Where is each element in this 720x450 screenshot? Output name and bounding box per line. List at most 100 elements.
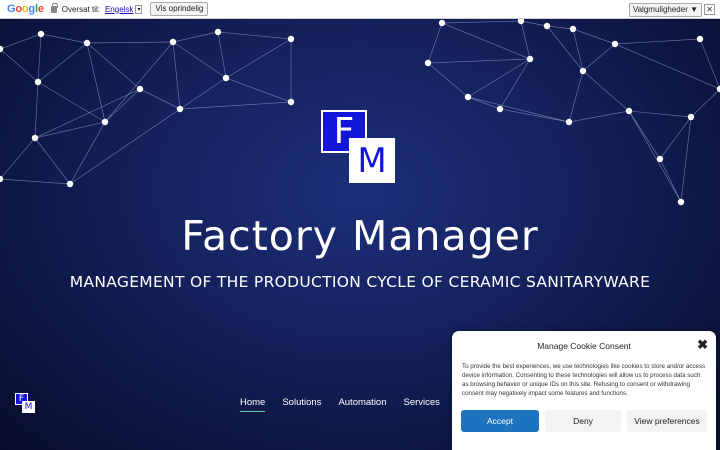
network-node bbox=[569, 25, 577, 33]
accept-button[interactable]: Accept bbox=[461, 410, 539, 432]
network-line bbox=[69, 121, 106, 185]
network-line bbox=[659, 116, 692, 160]
network-node bbox=[101, 118, 109, 126]
cookie-title: Manage Cookie Consent bbox=[537, 341, 631, 351]
network-node bbox=[496, 105, 504, 113]
network-node bbox=[31, 134, 39, 142]
network-line bbox=[86, 41, 174, 44]
network-line bbox=[172, 31, 219, 43]
network-node bbox=[526, 55, 534, 63]
language-link[interactable]: Engelsk bbox=[105, 5, 133, 14]
network-node bbox=[438, 19, 446, 27]
network-line bbox=[499, 58, 531, 110]
network-line bbox=[104, 41, 174, 123]
fm-logo[interactable]: F M bbox=[321, 110, 396, 184]
network-node bbox=[611, 40, 619, 48]
network-line bbox=[520, 20, 548, 27]
network-line bbox=[34, 88, 141, 139]
network-line bbox=[427, 22, 443, 64]
network-node bbox=[34, 78, 42, 86]
network-node bbox=[565, 118, 573, 126]
network-node bbox=[83, 39, 91, 47]
network-line bbox=[441, 22, 531, 60]
translate-bar: Google Oversat til: Engelsk ▾ Vis oprind… bbox=[0, 0, 720, 19]
nav-item-home[interactable]: Home bbox=[240, 397, 266, 412]
network-line bbox=[441, 20, 522, 24]
network-line bbox=[427, 62, 469, 98]
show-original-button[interactable]: Vis oprindelig bbox=[150, 2, 209, 16]
network-line bbox=[628, 110, 661, 160]
network-line bbox=[499, 108, 570, 123]
cookie-text: To provide the best experiences, we use … bbox=[462, 363, 706, 397]
network-line bbox=[467, 58, 531, 98]
network-line bbox=[34, 81, 39, 139]
network-line bbox=[659, 158, 682, 203]
view-preferences-button[interactable]: View preferences bbox=[627, 410, 707, 432]
nav-logo[interactable]: F M bbox=[15, 393, 36, 414]
network-node bbox=[424, 59, 432, 67]
close-icon[interactable]: ✖ bbox=[697, 337, 708, 353]
network-line bbox=[104, 88, 141, 123]
lock-icon bbox=[50, 2, 58, 13]
translated-to-label: Oversat til: bbox=[61, 4, 100, 14]
network-line bbox=[582, 43, 616, 72]
network-node bbox=[222, 74, 230, 82]
chevron-down-icon[interactable]: ▾ bbox=[135, 4, 143, 14]
network-node bbox=[37, 30, 45, 38]
network-line bbox=[37, 33, 42, 83]
network-node bbox=[66, 180, 74, 188]
network-node bbox=[543, 22, 551, 30]
page-title: Factory Manager bbox=[181, 212, 539, 260]
network-line bbox=[520, 20, 531, 60]
network-line bbox=[34, 137, 71, 185]
network-line bbox=[139, 88, 181, 110]
network-node bbox=[214, 28, 222, 36]
nav-item-services[interactable]: Services bbox=[404, 397, 440, 412]
network-node bbox=[696, 35, 704, 43]
network-line bbox=[467, 96, 501, 110]
network-line bbox=[86, 42, 106, 123]
network-line bbox=[680, 116, 692, 203]
network-line bbox=[0, 48, 39, 83]
network-line bbox=[572, 28, 616, 45]
network-line bbox=[614, 43, 720, 90]
network-line bbox=[34, 121, 106, 139]
network-line bbox=[37, 81, 106, 123]
network-line bbox=[0, 137, 36, 180]
network-node bbox=[656, 155, 664, 163]
page-subtitle: MANAGEMENT OF THE PRODUCTION CYCLE OF CE… bbox=[69, 273, 651, 291]
deny-button[interactable]: Deny bbox=[545, 410, 621, 432]
network-line bbox=[40, 33, 88, 44]
nav-item-solutions[interactable]: Solutions bbox=[282, 397, 321, 412]
options-button[interactable]: Valgmuligheder ▼ bbox=[628, 3, 702, 17]
network-line bbox=[0, 33, 42, 50]
main-nav: Home Solutions Automation Services Co bbox=[240, 397, 486, 412]
network-line bbox=[37, 42, 88, 83]
google-logo: Google bbox=[7, 3, 44, 15]
network-line bbox=[628, 110, 682, 203]
network-line bbox=[614, 38, 701, 45]
network-line bbox=[546, 25, 574, 30]
network-node bbox=[169, 38, 177, 46]
network-line bbox=[582, 70, 630, 112]
network-node bbox=[517, 19, 525, 25]
network-line bbox=[86, 42, 141, 90]
network-node bbox=[677, 198, 685, 206]
network-line bbox=[427, 58, 531, 64]
network-line bbox=[172, 41, 181, 110]
network-line bbox=[225, 38, 292, 79]
network-line bbox=[179, 77, 227, 110]
network-line bbox=[690, 88, 720, 118]
network-node bbox=[464, 93, 472, 101]
cookie-consent-dialog: Manage Cookie Consent ✖ To provide the b… bbox=[452, 331, 716, 450]
network-line bbox=[568, 70, 584, 123]
close-icon[interactable]: ✕ bbox=[704, 4, 715, 15]
network-node bbox=[625, 107, 633, 115]
nav-item-automation[interactable]: Automation bbox=[338, 397, 386, 412]
network-node bbox=[287, 98, 295, 106]
network-line bbox=[172, 41, 227, 79]
network-line bbox=[568, 110, 630, 123]
network-line bbox=[179, 101, 292, 110]
logo-letter-m: M bbox=[22, 401, 35, 413]
network-line bbox=[628, 110, 692, 118]
